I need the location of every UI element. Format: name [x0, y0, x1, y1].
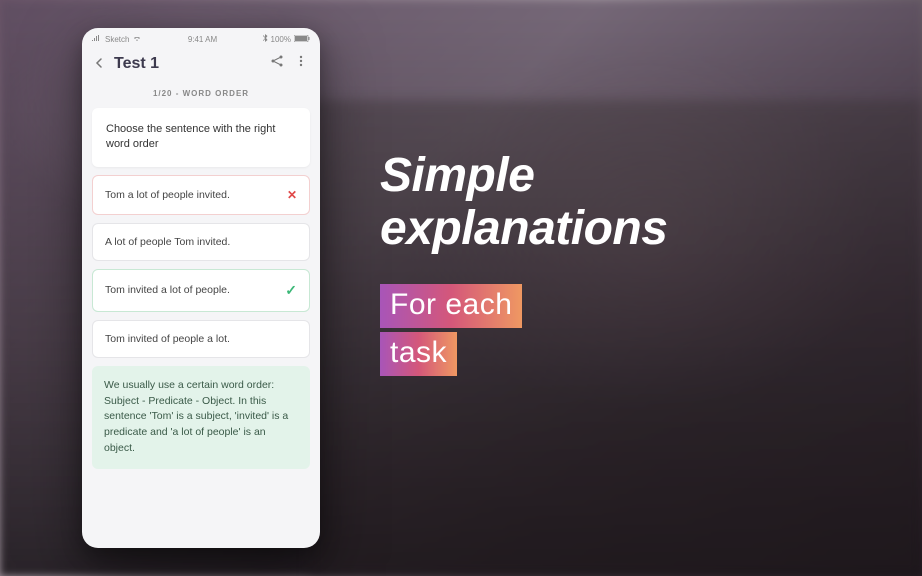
wifi-icon: [132, 35, 142, 44]
marketing-copy: Simple explanations For each task: [380, 150, 880, 380]
headline: Simple explanations: [380, 150, 880, 256]
answer-option[interactable]: Tom a lot of people invited. ✕: [92, 175, 310, 215]
subhead-line1: For each: [380, 284, 522, 328]
share-icon[interactable]: [270, 54, 284, 73]
status-bar: Sketch 9:41 AM 100%: [82, 28, 320, 46]
explanation-card: We usually use a certain word order: Sub…: [92, 366, 310, 469]
page-title: Test 1: [114, 55, 260, 73]
carrier-label: Sketch: [105, 35, 129, 44]
bluetooth-icon: [263, 34, 268, 44]
answer-text: Tom invited of people a lot.: [105, 333, 230, 345]
answer-option[interactable]: A lot of people Tom invited.: [92, 223, 310, 261]
correct-icon: ✓: [285, 282, 297, 299]
back-icon[interactable]: [94, 55, 104, 73]
answer-text: Tom invited a lot of people.: [105, 284, 230, 296]
app-header: Test 1: [82, 46, 320, 85]
answer-text: Tom a lot of people invited.: [105, 189, 230, 201]
subhead-line2: task: [380, 332, 457, 376]
question-text: Choose the sentence with the right word …: [106, 123, 275, 150]
answer-option[interactable]: Tom invited of people a lot.: [92, 320, 310, 358]
subheadline: For each task: [380, 284, 522, 380]
wrong-icon: ✕: [287, 188, 297, 202]
content-area: Choose the sentence with the right word …: [82, 108, 320, 469]
phone-mockup: Sketch 9:41 AM 100% Test 1 1/20 - WORD: [82, 28, 320, 548]
clock-label: 9:41 AM: [188, 35, 217, 44]
headline-line1: Simple: [380, 150, 880, 203]
battery-icon: [294, 35, 310, 44]
answer-text: A lot of people Tom invited.: [105, 236, 230, 248]
signal-icon: [92, 35, 102, 44]
answer-option[interactable]: Tom invited a lot of people. ✓: [92, 269, 310, 312]
battery-label: 100%: [271, 35, 291, 44]
progress-label: 1/20 - WORD ORDER: [82, 85, 320, 108]
explanation-text: We usually use a certain word order: Sub…: [104, 379, 288, 454]
more-icon[interactable]: [294, 54, 308, 73]
headline-line2: explanations: [380, 203, 880, 256]
question-card: Choose the sentence with the right word …: [92, 108, 310, 167]
